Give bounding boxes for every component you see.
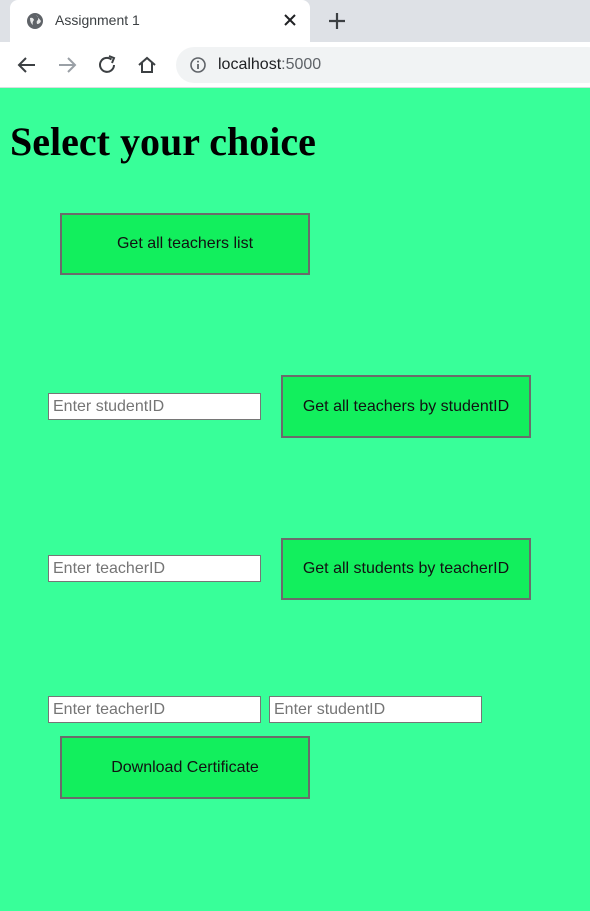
close-tab-icon[interactable] xyxy=(282,12,298,28)
browser-toolbar: localhost:5000 xyxy=(0,42,590,88)
browser-tab[interactable]: Assignment 1 xyxy=(10,0,310,42)
globe-icon xyxy=(27,13,43,29)
address-bar[interactable]: localhost:5000 xyxy=(176,47,590,83)
reload-icon[interactable] xyxy=(96,54,118,76)
forward-icon[interactable] xyxy=(56,54,78,76)
get-students-by-teacher-button[interactable]: Get all students by teacherID xyxy=(281,538,531,600)
url-port: :5000 xyxy=(281,56,322,73)
back-icon[interactable] xyxy=(16,54,38,76)
browser-chrome: Assignment 1 localhost:5000 xyxy=(0,0,590,88)
student-id-input[interactable] xyxy=(48,393,261,420)
certificate-student-id-input[interactable] xyxy=(269,696,482,723)
certificate-teacher-id-input[interactable] xyxy=(48,696,261,723)
teacher-id-input[interactable] xyxy=(48,555,261,582)
get-all-teachers-button[interactable]: Get all teachers list xyxy=(60,213,310,275)
get-teachers-by-student-button[interactable]: Get all teachers by studentID xyxy=(281,375,531,438)
url-host: localhost xyxy=(218,56,282,73)
download-certificate-button[interactable]: Download Certificate xyxy=(60,736,310,799)
tab-title: Assignment 1 xyxy=(55,12,140,28)
url-text: localhost:5000 xyxy=(218,56,321,74)
info-icon[interactable] xyxy=(190,57,206,73)
new-tab-icon[interactable] xyxy=(326,10,348,32)
page-title: Select your choice xyxy=(10,119,316,164)
home-icon[interactable] xyxy=(136,54,158,76)
